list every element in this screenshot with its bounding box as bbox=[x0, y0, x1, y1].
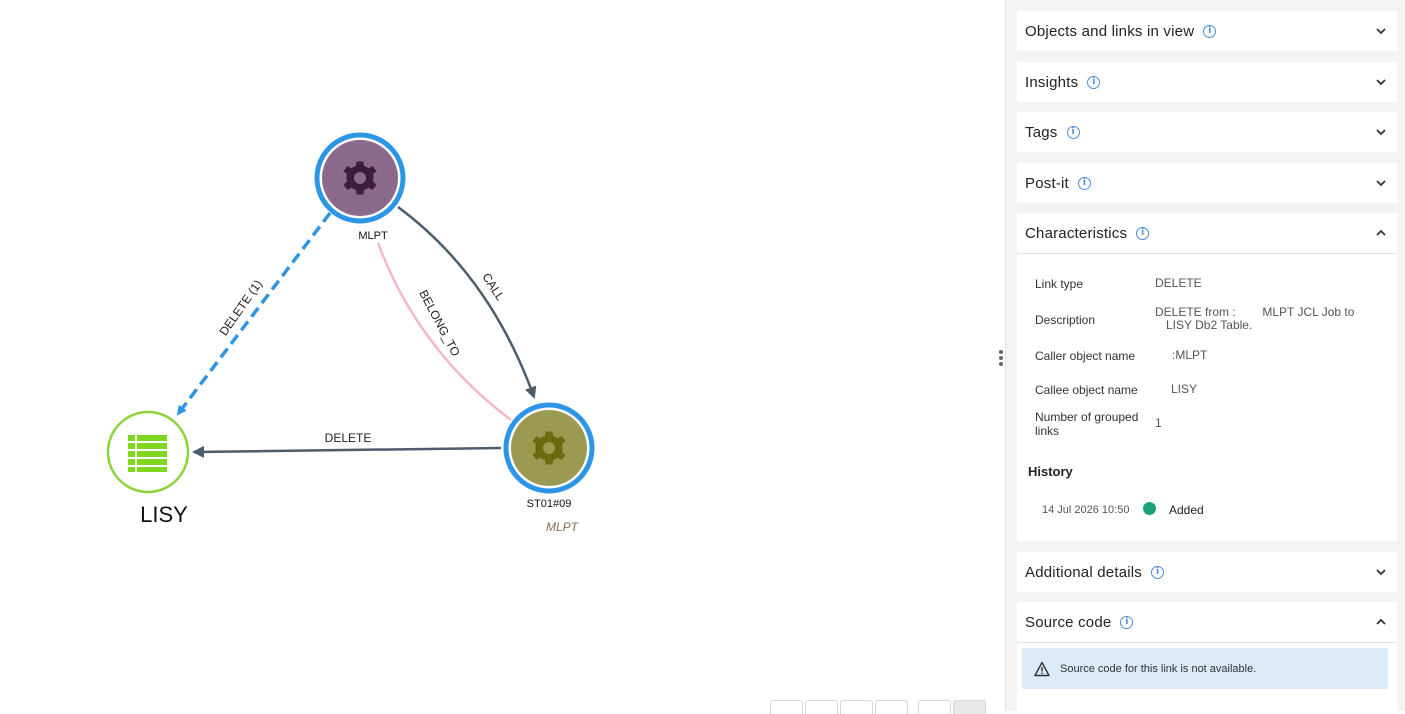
panel-title: Source code bbox=[1025, 613, 1112, 631]
panel-header-postit[interactable]: Post-it i bbox=[1017, 163, 1397, 203]
info-icon[interactable]: i bbox=[1151, 565, 1165, 579]
info-icon[interactable]: i bbox=[1066, 125, 1080, 139]
char-value-callee: LISY bbox=[1171, 382, 1198, 396]
source-code-body: Source code for this link is not availab… bbox=[1017, 642, 1397, 711]
panel-header-additional-details[interactable]: Additional details i bbox=[1017, 552, 1397, 592]
panel-title: Post-it bbox=[1025, 174, 1069, 192]
warning-icon bbox=[1034, 661, 1050, 676]
chevron-up-icon[interactable] bbox=[1375, 227, 1387, 239]
center-view-button[interactable] bbox=[875, 700, 908, 714]
node-mlpt[interactable] bbox=[314, 132, 406, 224]
properties-sidebar: Objects and links in view i Insights i T… bbox=[1006, 0, 1405, 711]
graph-svg: DELETE (1) CALL BELONG_TO DELETE MLPT ST… bbox=[106, 132, 595, 534]
panel-title: Characteristics bbox=[1025, 224, 1128, 242]
panel-tags: Tags i bbox=[1017, 112, 1397, 152]
char-value-caller: :MLPT bbox=[1172, 348, 1208, 362]
char-key-grouped-line2: links bbox=[1035, 424, 1060, 438]
panel-header-objects-links[interactable]: Objects and links in view i bbox=[1017, 11, 1397, 51]
chevron-down-icon[interactable] bbox=[1375, 126, 1387, 138]
node-label-mlpt: MLPT bbox=[358, 230, 388, 242]
edge-delete-grouped[interactable] bbox=[176, 211, 332, 416]
edge-label-delete: DELETE bbox=[325, 431, 372, 445]
panel-objects-links: Objects and links in view i bbox=[1017, 11, 1397, 51]
zoom-out-button[interactable] bbox=[805, 700, 838, 714]
chevron-down-icon[interactable] bbox=[1375, 76, 1387, 88]
panel-header-tags[interactable]: Tags i bbox=[1017, 112, 1397, 152]
char-value-link-type: DELETE bbox=[1155, 276, 1202, 290]
panel-additional-details: Additional details i bbox=[1017, 552, 1397, 592]
fullscreen-button[interactable] bbox=[953, 700, 986, 714]
char-key-callee: Callee object name bbox=[1035, 383, 1138, 397]
char-value-grouped: 1 bbox=[1155, 416, 1162, 430]
chevron-up-icon[interactable] bbox=[1375, 616, 1387, 628]
char-value-description-line2: LISY Db2 Table. bbox=[1166, 318, 1253, 332]
graph-canvas[interactable]: DELETE (1) CALL BELONG_TO DELETE MLPT ST… bbox=[0, 0, 1005, 711]
panel-postit: Post-it i bbox=[1017, 163, 1397, 203]
char-key-link-type: Link type bbox=[1035, 277, 1084, 291]
edge-label-belong-to: BELONG_TO bbox=[416, 288, 463, 359]
edge-call[interactable] bbox=[397, 205, 537, 399]
characteristics-body: Link type DELETE Description DELETE from… bbox=[1017, 253, 1397, 541]
layout-button[interactable] bbox=[918, 700, 951, 714]
node-lisy[interactable] bbox=[106, 410, 190, 494]
node-st01[interactable] bbox=[503, 402, 595, 494]
source-unavailable-notice: Source code for this link is not availab… bbox=[1022, 648, 1388, 689]
char-key-caller: Caller object name bbox=[1035, 349, 1136, 363]
zoom-in-button[interactable] bbox=[770, 700, 803, 714]
panel-characteristics: Characteristics i Link type DELETE Descr… bbox=[1017, 213, 1397, 541]
history-title: History bbox=[1028, 464, 1073, 479]
info-icon[interactable]: i bbox=[1087, 75, 1101, 89]
panel-header-source-code[interactable]: Source code i bbox=[1017, 602, 1397, 642]
panel-title: Objects and links in view bbox=[1025, 22, 1195, 40]
char-key-grouped-line1: Number of grouped bbox=[1035, 410, 1139, 424]
chevron-down-icon[interactable] bbox=[1375, 25, 1387, 37]
node-label-lisy: LISY bbox=[140, 502, 188, 527]
panel-title: Insights bbox=[1025, 73, 1079, 91]
panel-title: Additional details bbox=[1025, 563, 1143, 581]
panel-insights: Insights i bbox=[1017, 62, 1397, 102]
chevron-down-icon[interactable] bbox=[1375, 177, 1387, 189]
info-icon[interactable]: i bbox=[1120, 615, 1134, 629]
info-icon[interactable]: i bbox=[1077, 176, 1091, 190]
fit-view-button[interactable] bbox=[840, 700, 873, 714]
notice-text: Source code for this link is not availab… bbox=[1060, 662, 1257, 675]
node-sublabel-st01: MLPT bbox=[546, 520, 580, 534]
char-key-description: Description bbox=[1035, 313, 1096, 327]
panel-header-insights[interactable]: Insights i bbox=[1017, 62, 1397, 102]
zoom-controls bbox=[770, 700, 988, 714]
node-label-st01: ST01#09 bbox=[527, 498, 572, 510]
info-icon[interactable]: i bbox=[1203, 24, 1217, 38]
info-icon[interactable]: i bbox=[1136, 226, 1150, 240]
history-status-dot bbox=[1143, 502, 1156, 515]
chevron-down-icon[interactable] bbox=[1375, 566, 1387, 578]
history-status: Added bbox=[1169, 503, 1204, 517]
history-date: 14 Jul 2026 10:50 bbox=[1042, 504, 1130, 516]
panel-resize-handle[interactable] bbox=[997, 349, 1005, 369]
panel-header-characteristics[interactable]: Characteristics i bbox=[1017, 213, 1397, 253]
panel-source-code: Source code i Source code for this link … bbox=[1017, 602, 1397, 711]
panel-title: Tags bbox=[1025, 123, 1058, 141]
edge-delete[interactable] bbox=[192, 445, 502, 458]
